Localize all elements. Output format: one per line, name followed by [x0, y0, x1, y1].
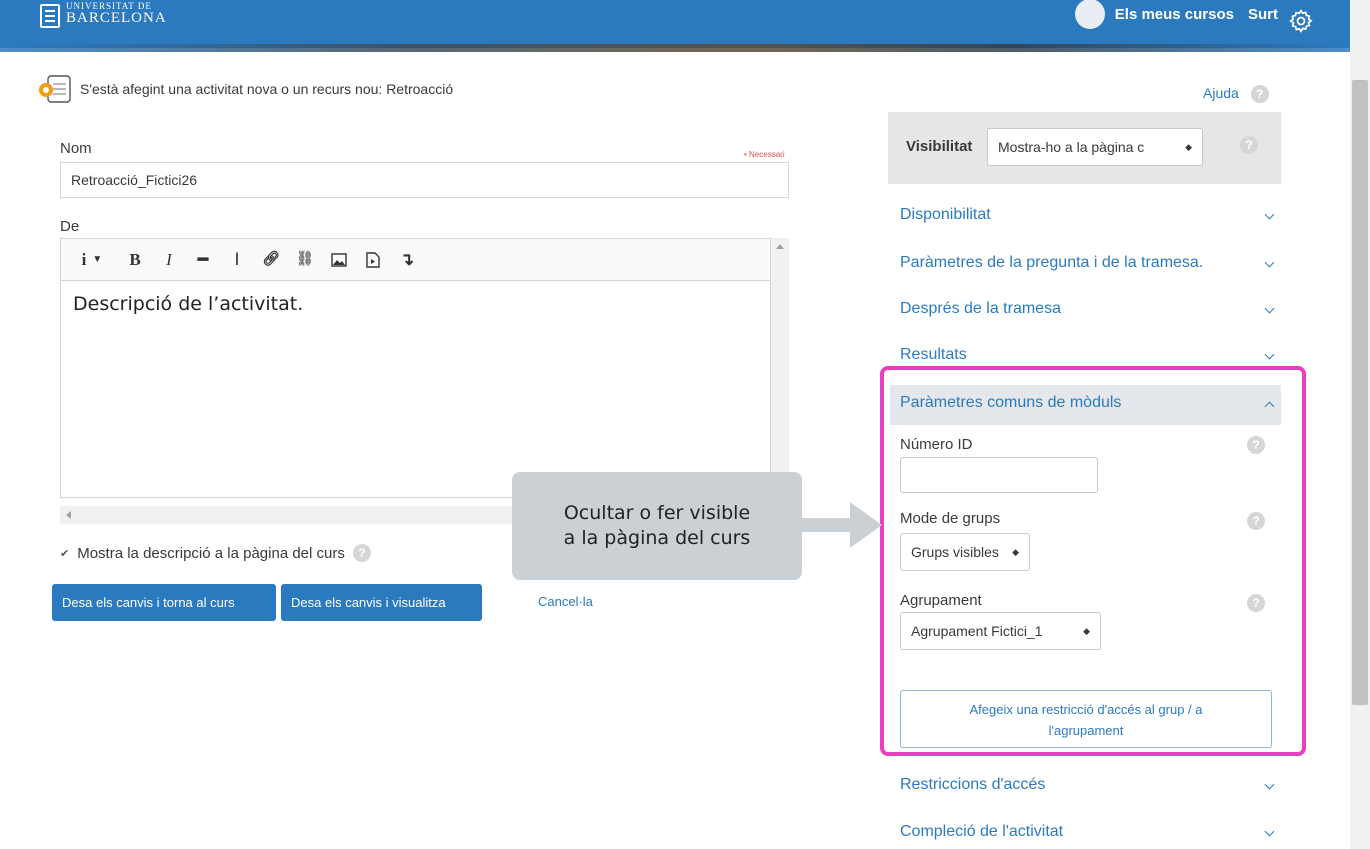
section-label: Paràmetres comuns de mòduls	[900, 394, 1122, 411]
section-label: Després de la tramesa	[900, 300, 1061, 317]
show-description-label: Mostra la descripció a la pàgina del cur…	[77, 544, 345, 562]
checkbox-checked-icon[interactable]: ✔	[60, 547, 69, 560]
id-number-label: Número ID	[900, 436, 973, 453]
page-title: S'està afegint una activitat nova o un r…	[36, 74, 453, 104]
visibility-select[interactable]: Mostra-ho a la pàgina c ◆	[987, 128, 1203, 166]
name-field[interactable]: Retroacció_Ficticі26	[60, 162, 789, 198]
bold-icon[interactable]: B	[127, 250, 143, 269]
unlink-icon[interactable]: ⛓︎	[296, 252, 314, 268]
text-cursor-icon[interactable]: Ⅰ	[229, 250, 245, 269]
visibility-label: Visibilitat	[906, 138, 973, 155]
section-label: Resultats	[900, 346, 967, 363]
header-banner-strip	[0, 44, 1350, 52]
help-icon[interactable]: ?	[1247, 512, 1265, 530]
avatar[interactable]	[1074, 0, 1105, 29]
callout-line1: Ocultar o fer visible	[563, 502, 751, 525]
logo-line2: BARCELONA	[66, 10, 167, 26]
more-tools-icon[interactable]: ↴	[399, 250, 415, 269]
chevron-down-icon	[1264, 209, 1275, 220]
cancel-button[interactable]: Cancel·la	[538, 594, 593, 609]
help-icon[interactable]: ?	[1240, 136, 1258, 154]
user-menu: Els meus cursos Surt	[1074, 0, 1314, 34]
section-availability[interactable]: Disponibilitat	[900, 206, 1283, 224]
media-icon[interactable]	[365, 251, 381, 268]
restriction-label-line1: Afegeix una restricció d'accés al grup /…	[969, 702, 1203, 717]
page: UNIVERSITAT DE BARCELONA Els meus cursos…	[0, 0, 1370, 849]
gear-icon[interactable]	[1288, 8, 1314, 34]
italic-icon[interactable]: I	[161, 250, 177, 269]
help-icon[interactable]: ?	[1247, 436, 1265, 454]
help-link-label[interactable]: Ajuda	[1203, 85, 1239, 101]
select-caret-icon: ◆	[1083, 625, 1090, 636]
page-scrollbar[interactable]	[1350, 0, 1370, 849]
section-label: Restriccions d'accés	[900, 776, 1046, 793]
section-question-submission-settings[interactable]: Paràmetres de la pregunta i de la trames…	[900, 254, 1283, 272]
horizontal-rule-icon[interactable]: ━	[195, 250, 211, 269]
image-icon[interactable]	[331, 252, 347, 268]
description-editor[interactable]: i ▼ B I ━ Ⅰ 🔗︎ ⛓︎ ↴ Descripció de l’acti…	[60, 238, 771, 498]
section-label: Compleció de l'activitat	[900, 823, 1064, 840]
feedback-activity-icon	[39, 75, 71, 103]
paragraph-style-icon[interactable]: i ▼	[75, 250, 109, 269]
university-logo[interactable]: UNIVERSITAT DE BARCELONA	[40, 2, 167, 28]
help-link[interactable]: Ajuda ?	[1203, 85, 1269, 103]
section-label: Disponibilitat	[900, 206, 991, 223]
section-outcomes[interactable]: Resultats	[900, 346, 1283, 364]
annotation-callout: Ocultar o fer visible a la pàgina del cu…	[512, 472, 802, 580]
scrollbar-thumb[interactable]	[1352, 80, 1368, 705]
select-caret-icon: ◆	[1012, 546, 1019, 557]
university-crest-icon	[40, 4, 60, 28]
save-and-display-button[interactable]: Desa els canvis i visualitza	[281, 584, 482, 621]
my-courses-link[interactable]: Els meus cursos	[1115, 6, 1234, 23]
page-heading-text: S'està afegint una activitat nova o un r…	[80, 81, 454, 97]
callout-line2: a la pàgina del curs	[563, 527, 751, 549]
help-icon[interactable]: ?	[352, 544, 371, 562]
chevron-up-icon	[1264, 401, 1275, 412]
chevron-down-icon	[1264, 303, 1275, 314]
top-navbar: UNIVERSITAT DE BARCELONA Els meus cursos…	[0, 0, 1350, 52]
name-label: Nom	[60, 140, 92, 157]
select-caret-icon: ◆	[1185, 141, 1192, 152]
editor-toolbar: i ▼ B I ━ Ⅰ 🔗︎ ⛓︎ ↴	[61, 239, 770, 281]
group-mode-value: Grups visibles	[911, 544, 999, 560]
link-icon[interactable]: 🔗︎	[262, 252, 280, 268]
help-icon[interactable]: ?	[1250, 85, 1269, 103]
logout-link[interactable]: Surt	[1248, 6, 1278, 23]
help-icon[interactable]: ?	[1247, 594, 1265, 612]
section-activity-completion[interactable]: Compleció de l'activitat	[900, 823, 1283, 841]
chevron-down-icon	[1264, 826, 1275, 837]
show-description-checkbox[interactable]: ✔ Mostra la descripció a la pàgina del c…	[60, 544, 371, 562]
chevron-down-icon	[1264, 349, 1275, 360]
save-and-return-button[interactable]: Desa els canvis i torna al curs	[52, 584, 276, 621]
grouping-value: Agrupament Fictici_1	[911, 623, 1043, 639]
editor-vertical-scrollbar[interactable]	[771, 238, 789, 508]
section-label: Paràmetres de la pregunta i de la trames…	[900, 254, 1204, 271]
group-mode-select[interactable]: Grups visibles ◆	[900, 533, 1030, 571]
restriction-label-line2: l'agrupament	[1048, 722, 1124, 738]
grouping-label: Agrupament	[900, 592, 982, 609]
description-label: De	[60, 218, 80, 235]
section-access-restrictions[interactable]: Restriccions d'accés	[900, 776, 1283, 794]
visibility-select-value: Mostra-ho a la pàgina c	[998, 139, 1145, 155]
add-group-restriction-button[interactable]: Afegeix una restricció d'accés al grup /…	[900, 690, 1272, 748]
section-common-module-settings[interactable]: Paràmetres comuns de mòduls	[900, 394, 1283, 412]
editor-content[interactable]: Descripció de l’activitat.	[61, 281, 770, 327]
section-after-submission[interactable]: Després de la tramesa	[900, 300, 1283, 318]
chevron-down-icon	[1264, 257, 1275, 268]
required-marker: • Necessari	[744, 150, 785, 159]
grouping-select[interactable]: Agrupament Fictici_1 ◆	[900, 612, 1101, 650]
id-number-field[interactable]	[900, 457, 1098, 493]
group-mode-label: Mode de grups	[900, 510, 1001, 527]
chevron-down-icon	[1264, 779, 1275, 790]
arrow-right-icon	[802, 502, 882, 548]
